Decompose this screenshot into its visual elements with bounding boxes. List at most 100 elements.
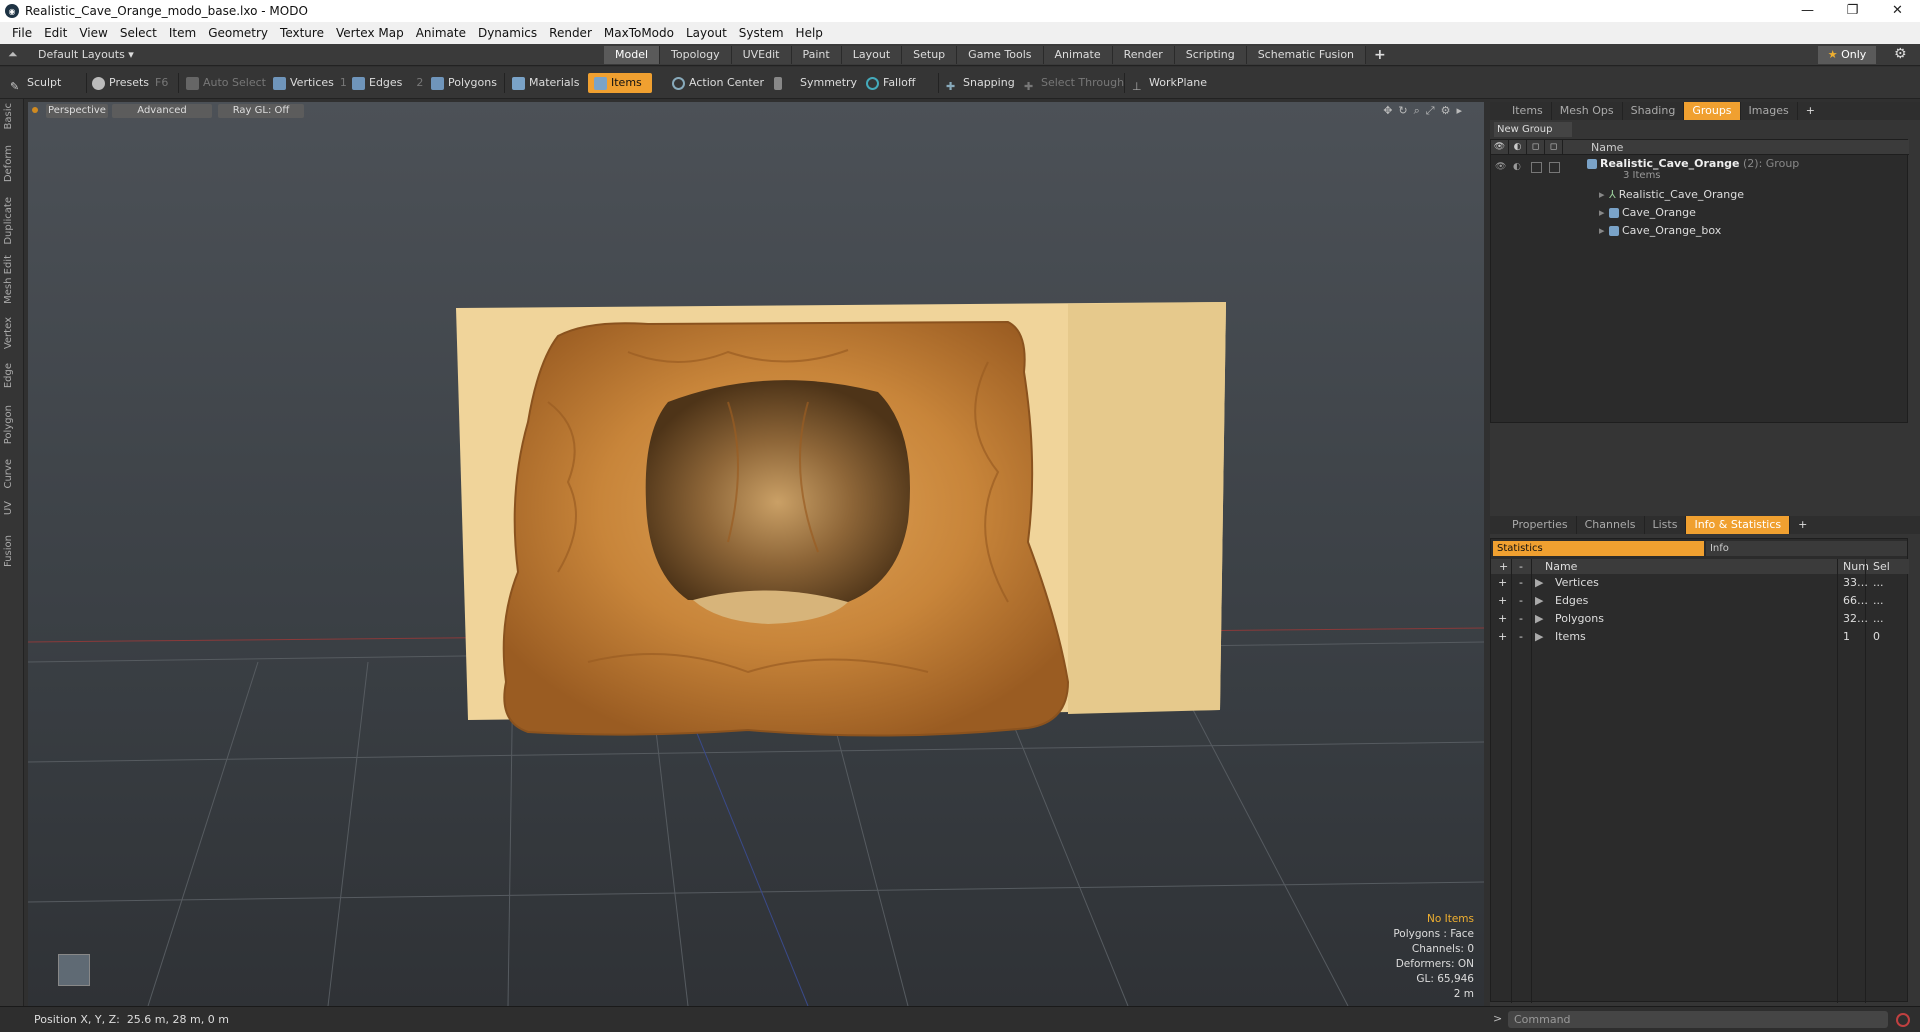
menu-render[interactable]: Render bbox=[549, 26, 592, 40]
add-stat-button[interactable]: + bbox=[1498, 612, 1507, 625]
menu-dynamics[interactable]: Dynamics bbox=[478, 26, 537, 40]
menu-help[interactable]: Help bbox=[796, 26, 823, 40]
menu-animate[interactable]: Animate bbox=[416, 26, 466, 40]
tab-items[interactable]: Items bbox=[1504, 102, 1552, 120]
tab-paint[interactable]: Paint bbox=[791, 46, 842, 64]
tab-info-statistics[interactable]: Info & Statistics bbox=[1686, 516, 1791, 534]
falloff-button[interactable]: Falloff bbox=[866, 73, 915, 93]
group-child-row[interactable]: ▸ Cave_Orange_box bbox=[1491, 222, 1909, 240]
tab-game-tools[interactable]: Game Tools bbox=[957, 46, 1044, 64]
minimize-button[interactable]: — bbox=[1785, 0, 1830, 22]
vtab-vertex[interactable]: Vertex bbox=[3, 317, 14, 349]
sculpt-button[interactable]: ✎ Sculpt bbox=[10, 73, 61, 93]
items-button[interactable]: Items bbox=[588, 73, 652, 93]
menu-geometry[interactable]: Geometry bbox=[208, 26, 268, 40]
add-panel-tab-button[interactable]: + bbox=[1798, 102, 1823, 120]
menu-edit[interactable]: Edit bbox=[44, 26, 67, 40]
tab-channels[interactable]: Channels bbox=[1577, 516, 1645, 534]
symmetry-button[interactable]: Symmetry bbox=[774, 73, 857, 93]
vtab-curve[interactable]: Curve bbox=[3, 459, 14, 489]
menu-vertex-map[interactable]: Vertex Map bbox=[336, 26, 404, 40]
tab-mesh-ops[interactable]: Mesh Ops bbox=[1552, 102, 1623, 120]
menu-system[interactable]: System bbox=[739, 26, 784, 40]
workplane-button[interactable]: ⊥ WorkPlane bbox=[1132, 73, 1207, 93]
viewport-nav-icons[interactable]: ✥↻⌕⤢⚙▸ bbox=[1383, 104, 1468, 118]
menu-file[interactable]: File bbox=[12, 26, 32, 40]
tab-scripting[interactable]: Scripting bbox=[1174, 46, 1247, 64]
select-through-button[interactable]: ✚ Select Through bbox=[1024, 73, 1124, 93]
expand-arrow-icon[interactable]: ▶ bbox=[1535, 612, 1543, 625]
tab-topology[interactable]: Topology bbox=[660, 46, 732, 64]
eye-column-icon[interactable]: 👁 bbox=[1491, 140, 1509, 155]
remove-stat-button[interactable]: - bbox=[1519, 576, 1523, 589]
tab-render[interactable]: Render bbox=[1112, 46, 1175, 64]
materials-button[interactable]: Materials bbox=[512, 73, 579, 93]
vtab-polygon[interactable]: Polygon bbox=[3, 405, 14, 444]
info-subtab[interactable]: Info bbox=[1705, 541, 1907, 556]
advanced-button[interactable]: Advanced bbox=[112, 104, 212, 118]
vtab-mesh-edit[interactable]: Mesh Edit bbox=[3, 255, 14, 304]
expand-arrow-icon[interactable]: ▶ bbox=[1535, 594, 1543, 607]
vtab-fusion[interactable]: Fusion bbox=[3, 535, 14, 567]
tab-uvedit[interactable]: UVEdit bbox=[731, 46, 792, 64]
raygl-button[interactable]: Ray GL: Off bbox=[218, 104, 304, 118]
lock-checkbox[interactable] bbox=[1531, 162, 1542, 173]
gear-icon[interactable]: ⚙ bbox=[1894, 46, 1907, 62]
edges-button[interactable]: Edges 2 bbox=[352, 73, 423, 93]
render-column-icon[interactable]: ◐ bbox=[1509, 140, 1527, 155]
group-row[interactable]: 👁 ◐ Realistic_Cave_Orange (2): Group 3 I… bbox=[1491, 157, 1909, 181]
add-panel-tab-button[interactable]: + bbox=[1790, 516, 1815, 534]
auto-select-button[interactable]: Auto Select bbox=[186, 73, 266, 93]
tab-animate[interactable]: Animate bbox=[1043, 46, 1113, 64]
command-input[interactable]: Command bbox=[1508, 1011, 1888, 1028]
perspective-button[interactable]: Perspective bbox=[46, 104, 108, 118]
tab-schematic-fusion[interactable]: Schematic Fusion bbox=[1246, 46, 1367, 64]
stat-row-edges[interactable]: + - ▶ Edges 66… ... bbox=[1491, 594, 1909, 612]
select-checkbox[interactable] bbox=[1549, 162, 1560, 173]
snapping-button[interactable]: ✚ Snapping bbox=[946, 73, 1015, 93]
expand-arrow-icon[interactable]: ▸ bbox=[1599, 224, 1605, 237]
expand-arrow-icon[interactable]: ▸ bbox=[1599, 206, 1605, 219]
menu-item[interactable]: Item bbox=[169, 26, 196, 40]
close-button[interactable]: ✕ bbox=[1875, 0, 1920, 22]
vtab-deform[interactable]: Deform bbox=[3, 145, 14, 182]
expand-arrow-icon[interactable]: ▸ bbox=[1599, 188, 1605, 201]
tab-setup[interactable]: Setup bbox=[902, 46, 958, 64]
add-stat-button[interactable]: + bbox=[1498, 594, 1507, 607]
remove-stat-button[interactable]: - bbox=[1519, 630, 1523, 643]
tab-properties[interactable]: Properties bbox=[1504, 516, 1577, 534]
add-column-header[interactable]: + bbox=[1499, 560, 1508, 573]
maximize-button[interactable]: ❐ bbox=[1830, 0, 1875, 22]
stat-row-items[interactable]: + - ▶ Items 1 0 bbox=[1491, 630, 1909, 648]
group-child-row[interactable]: ▸ ⅄ Realistic_Cave_Orange bbox=[1491, 186, 1909, 204]
add-stat-button[interactable]: + bbox=[1498, 576, 1507, 589]
expand-arrow-icon[interactable]: ▶ bbox=[1535, 576, 1543, 589]
viewport-menu-icon[interactable] bbox=[32, 107, 38, 113]
add-tab-button[interactable]: + bbox=[1366, 46, 1394, 64]
polygons-button[interactable]: Polygons bbox=[431, 73, 497, 93]
presets-button[interactable]: Presets F6 bbox=[92, 73, 168, 93]
action-center-button[interactable]: Action Center bbox=[672, 73, 764, 93]
tab-layout[interactable]: Layout bbox=[841, 46, 903, 64]
expand-arrow-icon[interactable]: ▶ bbox=[1535, 630, 1543, 643]
tab-lists[interactable]: Lists bbox=[1645, 516, 1687, 534]
record-icon[interactable] bbox=[1896, 1013, 1910, 1027]
vtab-basic[interactable]: Basic bbox=[3, 103, 14, 129]
menu-view[interactable]: View bbox=[79, 26, 107, 40]
vtab-edge[interactable]: Edge bbox=[3, 363, 14, 388]
vtab-duplicate[interactable]: Duplicate bbox=[3, 197, 14, 245]
vertices-button[interactable]: Vertices 1 bbox=[273, 73, 347, 93]
remove-column-header[interactable]: - bbox=[1519, 560, 1523, 573]
tab-images[interactable]: Images bbox=[1741, 102, 1798, 120]
tab-shading[interactable]: Shading bbox=[1623, 102, 1685, 120]
group-child-row[interactable]: ▸ Cave_Orange bbox=[1491, 204, 1909, 222]
statistics-subtab[interactable]: Statistics bbox=[1493, 541, 1704, 556]
stat-row-vertices[interactable]: + - ▶ Vertices 33… ... bbox=[1491, 576, 1909, 594]
default-layouts-dropdown[interactable]: Default Layouts ▾ bbox=[38, 48, 134, 61]
remove-stat-button[interactable]: - bbox=[1519, 594, 1523, 607]
tab-model[interactable]: Model bbox=[604, 46, 661, 64]
remove-stat-button[interactable]: - bbox=[1519, 612, 1523, 625]
only-toggle[interactable]: ★ Only bbox=[1818, 46, 1876, 64]
vtab-uv[interactable]: UV bbox=[3, 501, 14, 515]
render-toggle-icon[interactable]: ◐ bbox=[1513, 162, 1524, 173]
